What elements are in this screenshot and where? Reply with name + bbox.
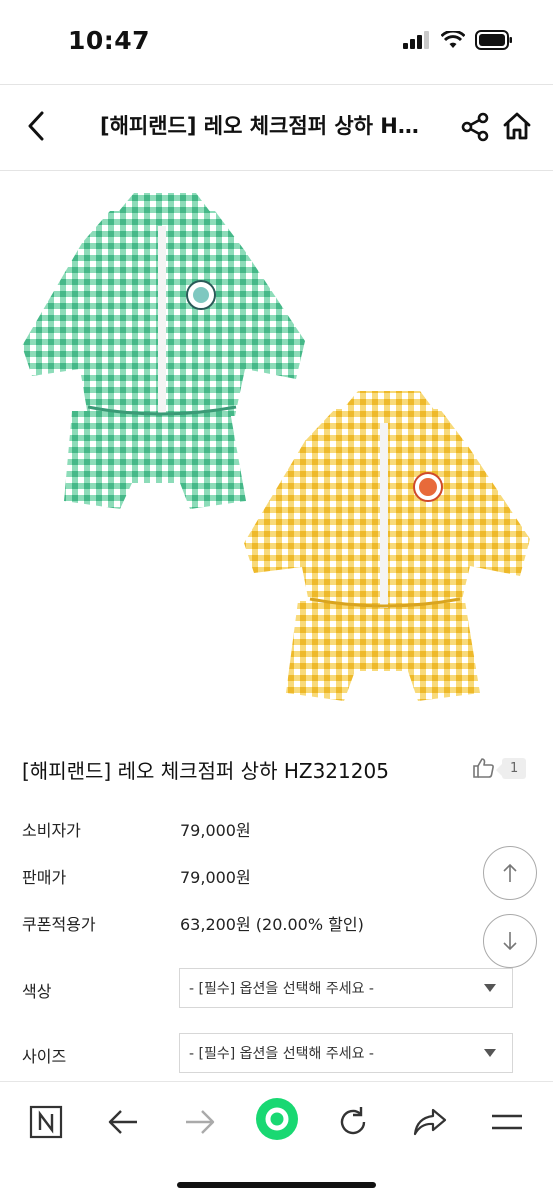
scroll-bottom-button[interactable] (483, 914, 537, 968)
info-label-coupon-price: 쿠폰적용가 (22, 915, 96, 934)
share-button[interactable] (460, 112, 490, 146)
home-button[interactable] (502, 111, 532, 145)
status-bar: 10:47 (0, 0, 553, 84)
wifi-icon (441, 31, 465, 48)
reload-button[interactable] (333, 1102, 373, 1142)
info-value-sale-price: 79,000원 (180, 868, 251, 887)
forward-arrow-icon (186, 1110, 215, 1134)
share-icon (413, 1108, 447, 1136)
reload-icon (340, 1107, 366, 1135)
size-select[interactable]: - [필수] 옵션을 선택해 주세요 - (179, 1033, 513, 1073)
chevron-left-icon (28, 111, 44, 141)
caret-down-icon (484, 984, 496, 992)
battery-icon (475, 30, 512, 50)
info-label-consumer-price: 소비자가 (22, 821, 81, 840)
menu-button[interactable] (487, 1102, 527, 1142)
page-title: [해피랜드] 레오 체크점퍼 상하 HZ321205 (100, 114, 430, 138)
caret-down-icon (484, 1049, 496, 1057)
color-select-placeholder: - [필수] 옵션을 선택해 주세요 - (189, 981, 374, 997)
browser-back-button[interactable] (103, 1102, 143, 1142)
status-time: 10:47 (68, 26, 151, 55)
info-label-sale-price: 판매가 (22, 868, 67, 887)
like-count: 1 (495, 757, 527, 779)
back-button[interactable] (18, 108, 54, 144)
option-label-color: 색상 (22, 982, 52, 1001)
menu-icon (492, 1114, 522, 1130)
option-label-size: 사이즈 (22, 1047, 67, 1066)
like-button[interactable]: 1 (472, 756, 527, 780)
browser-share-button[interactable] (410, 1102, 450, 1142)
n-logo-icon (29, 1105, 63, 1139)
home-indicator (177, 1182, 376, 1188)
info-value-coupon-price: 63,200원 (20.00% 할인) (180, 915, 364, 934)
browser-forward-button[interactable] (180, 1102, 220, 1142)
yellow-set-illustration (244, 391, 530, 701)
arrow-up-icon (503, 863, 517, 882)
color-select[interactable]: - [필수] 옵션을 선택해 주세요 - (179, 968, 513, 1008)
status-icons (403, 30, 513, 50)
info-value-consumer-price: 79,000원 (180, 821, 251, 840)
arrow-down-icon (503, 932, 517, 951)
green-circle-icon (256, 1098, 298, 1140)
thumbs-up-icon (473, 758, 494, 778)
signal-icon (403, 31, 429, 49)
share-icon (461, 112, 489, 142)
naver-home-button[interactable] (26, 1102, 66, 1142)
scroll-top-button[interactable] (483, 846, 537, 900)
size-select-placeholder: - [필수] 옵션을 선택해 주세요 - (189, 1046, 374, 1062)
back-arrow-icon (108, 1110, 137, 1134)
product-title: [해피랜드] 레오 체크점퍼 상하 HZ321205 (22, 759, 389, 783)
green-action-button[interactable] (255, 1097, 299, 1141)
product-photo-svg (22, 193, 530, 701)
home-icon (503, 112, 531, 140)
green-set-illustration (22, 193, 305, 509)
product-image (0, 171, 553, 731)
nav-header: [해피랜드] 레오 체크점퍼 상하 HZ321205 (0, 84, 553, 170)
